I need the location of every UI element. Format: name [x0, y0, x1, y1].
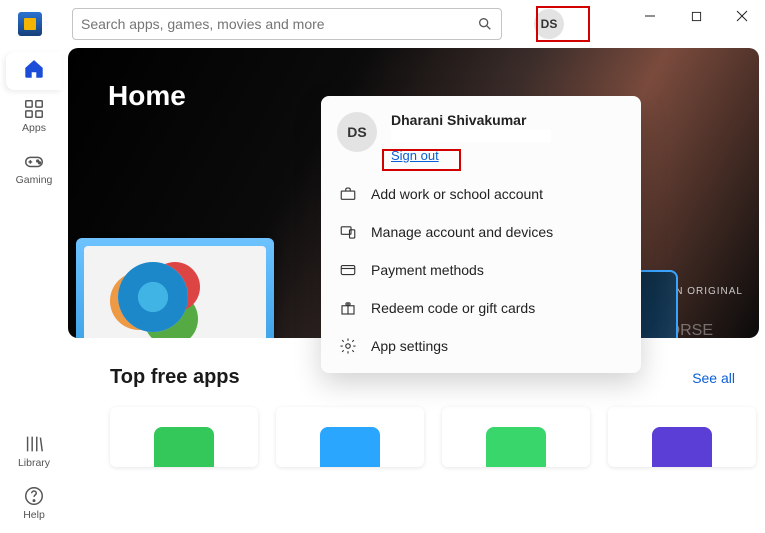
app-card[interactable]: [442, 407, 590, 467]
account-email-redacted: [391, 130, 551, 142]
sidebar-item-gaming[interactable]: Gaming: [0, 140, 68, 192]
apps-icon: [23, 98, 45, 120]
sidebar-item-library[interactable]: Library: [0, 423, 68, 475]
menu-item-redeem[interactable]: Redeem code or gift cards: [321, 289, 641, 327]
menu-item-payment[interactable]: Payment methods: [321, 251, 641, 289]
card-icon: [339, 261, 357, 279]
home-icon: [23, 58, 45, 80]
briefcase-icon: [339, 185, 357, 203]
hero-tile-left[interactable]: [76, 238, 274, 338]
app-thumbnail: [652, 427, 712, 467]
gear-icon: [339, 337, 357, 355]
account-menu-avatar: DS: [337, 112, 377, 152]
menu-item-manage-account[interactable]: Manage account and devices: [321, 213, 641, 251]
menu-item-app-settings[interactable]: App settings: [321, 327, 641, 365]
sidebar-item-label: Help: [23, 509, 45, 521]
sign-out-link[interactable]: Sign out: [391, 148, 439, 163]
app-thumbnail: [486, 427, 546, 467]
menu-item-label: Payment methods: [371, 262, 484, 278]
account-menu: DS Dharani Shivakumar Sign out Add work …: [321, 96, 641, 373]
search-input[interactable]: [81, 16, 477, 32]
menu-item-label: Redeem code or gift cards: [371, 300, 535, 316]
gaming-icon: [23, 150, 45, 172]
menu-item-add-work-account[interactable]: Add work or school account: [321, 175, 641, 213]
section-title: Top free apps: [110, 366, 240, 389]
store-logo-icon: [18, 12, 42, 36]
library-icon: [23, 433, 45, 455]
account-avatar-button[interactable]: DS: [534, 9, 564, 39]
sidebar-item-label: Gaming: [16, 174, 53, 186]
app-thumbnail: [320, 427, 380, 467]
menu-item-label: Add work or school account: [371, 186, 543, 202]
close-button[interactable]: [719, 0, 765, 32]
title-bar: DS: [0, 0, 765, 48]
sidebar-item-label: Library: [18, 457, 50, 469]
search-icon[interactable]: [477, 16, 493, 32]
see-all-link[interactable]: See all: [692, 370, 735, 386]
app-card[interactable]: [608, 407, 756, 467]
main-content: Home TOMORROW WAR AMAZON ORIGINAL TOM CL…: [68, 48, 765, 533]
sidebar-item-help[interactable]: Help: [0, 475, 68, 527]
sidebar-item-apps[interactable]: Apps: [0, 88, 68, 140]
minimize-button[interactable]: [627, 0, 673, 32]
sidebar-item-label: Apps: [22, 122, 46, 134]
maximize-button[interactable]: [673, 0, 719, 32]
gift-icon: [339, 299, 357, 317]
help-icon: [23, 485, 45, 507]
menu-item-label: Manage account and devices: [371, 224, 553, 240]
app-card[interactable]: [276, 407, 424, 467]
app-card[interactable]: [110, 407, 258, 467]
devices-icon: [339, 223, 357, 241]
window-controls: [627, 0, 765, 32]
menu-item-label: App settings: [371, 338, 448, 354]
search-box[interactable]: [72, 8, 502, 40]
sidebar: Apps Gaming Library Help: [0, 48, 68, 533]
sidebar-item-home[interactable]: [0, 48, 68, 88]
app-thumbnail: [154, 427, 214, 467]
account-name: Dharani Shivakumar: [391, 112, 625, 128]
